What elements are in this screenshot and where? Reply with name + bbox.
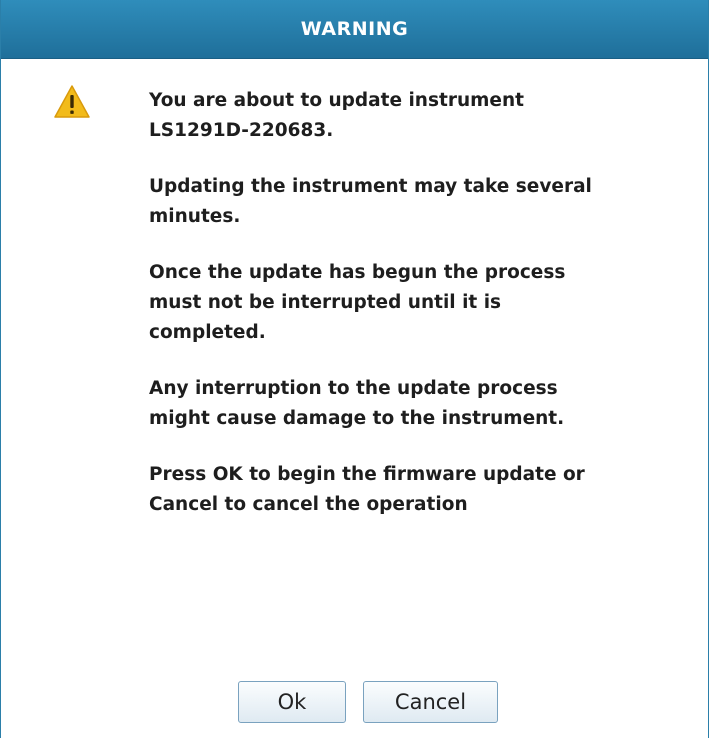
message-paragraph-4: Any interruption to the update process m…	[149, 378, 565, 429]
dialog-title: WARNING	[300, 18, 409, 40]
cancel-button[interactable]: Cancel	[363, 681, 498, 723]
warning-dialog: WARNING You are about to update instrume…	[0, 0, 709, 738]
dialog-message: You are about to update instrument LS129…	[149, 86, 669, 546]
warning-triangle-icon	[54, 85, 90, 118]
message-paragraph-2: Updating the instrument may take several…	[149, 176, 592, 227]
dialog-title-bar[interactable]: WARNING	[1, 0, 708, 59]
message-paragraph-1: You are about to update instrument LS129…	[149, 90, 524, 141]
ok-button[interactable]: Ok	[238, 681, 346, 723]
message-paragraph-5: Press OK to begin the firmware update or…	[149, 464, 585, 515]
message-paragraph-3: Once the update has begun the process mu…	[149, 262, 566, 343]
